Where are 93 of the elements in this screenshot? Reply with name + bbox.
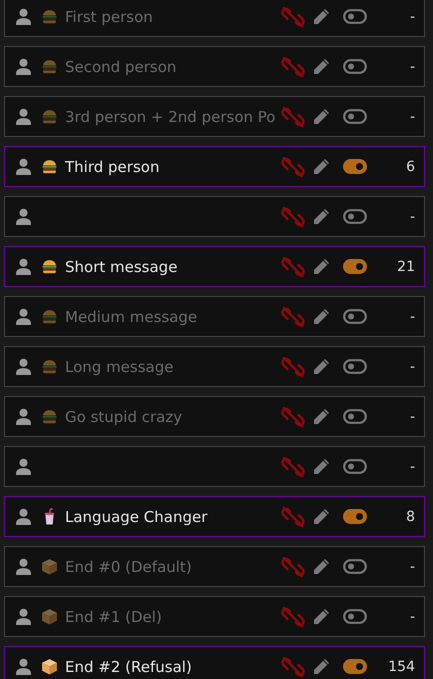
toggle-switch[interactable]: [343, 559, 367, 574]
entry-row[interactable]: Medium message -: [4, 296, 425, 337]
pencil-icon[interactable]: [311, 306, 331, 326]
toggle-switch[interactable]: [343, 9, 367, 24]
pencil-icon[interactable]: [311, 456, 331, 476]
person-icon: [15, 158, 32, 175]
person-icon: [15, 608, 32, 625]
pencil-icon[interactable]: [311, 606, 331, 626]
pencil-icon[interactable]: [311, 156, 331, 176]
entry-row[interactable]: First person -: [4, 0, 425, 37]
pencil-icon[interactable]: [311, 356, 331, 376]
toggle-switch[interactable]: [343, 459, 367, 474]
toggle-switch[interactable]: [343, 409, 367, 424]
burger-icon: [41, 58, 58, 75]
entry-name: Language Changer: [65, 508, 208, 526]
count-label: 6: [406, 158, 415, 174]
person-icon: [15, 408, 32, 425]
burger-icon: [41, 108, 58, 125]
person-icon: [15, 8, 32, 25]
count-label: 8: [406, 508, 415, 524]
entry-row[interactable]: End #2 (Refusal) 154: [4, 646, 425, 679]
toggle-switch[interactable]: [343, 659, 367, 674]
person-icon: [15, 508, 32, 525]
entry-row[interactable]: Short message 21: [4, 246, 425, 287]
entry-row[interactable]: End #0 (Default) -: [4, 546, 425, 587]
pencil-icon[interactable]: [311, 506, 331, 526]
toggle-switch[interactable]: [343, 309, 367, 324]
burger-icon: [41, 158, 58, 175]
entry-row[interactable]: End #1 (Del) -: [4, 596, 425, 637]
toggle-switch[interactable]: [343, 509, 367, 524]
burger-icon: [41, 358, 58, 375]
count-label: -: [410, 308, 415, 324]
count-label: 21: [397, 258, 415, 274]
count-label: -: [410, 108, 415, 124]
pencil-icon[interactable]: [311, 256, 331, 276]
toggle-switch[interactable]: [343, 609, 367, 624]
person-icon: [15, 258, 32, 275]
person-icon: [15, 358, 32, 375]
entry-row[interactable]: Language Changer 8: [4, 496, 425, 537]
entry-row[interactable]: -: [4, 446, 425, 487]
toggle-switch[interactable]: [343, 109, 367, 124]
count-label: -: [410, 8, 415, 24]
person-icon: [15, 658, 32, 675]
entry-row[interactable]: Second person -: [4, 46, 425, 87]
count-label: -: [410, 408, 415, 424]
entry-row[interactable]: Long message -: [4, 346, 425, 387]
entry-name: Go stupid crazy: [65, 408, 184, 426]
person-icon: [15, 208, 32, 225]
toggle-switch[interactable]: [343, 259, 367, 274]
toggle-switch[interactable]: [343, 359, 367, 374]
pencil-icon[interactable]: [311, 56, 331, 76]
entry-name: 3rd person + 2nd person Po: [65, 108, 276, 126]
burger-icon: [41, 408, 58, 425]
entry-name: Third person: [65, 158, 160, 176]
toggle-switch[interactable]: [343, 59, 367, 74]
count-label: 154: [388, 658, 415, 674]
entry-name: First person: [65, 8, 154, 26]
entry-name: Short message: [65, 258, 178, 276]
toggle-switch[interactable]: [343, 159, 367, 174]
pencil-icon[interactable]: [311, 6, 331, 26]
count-label: -: [410, 208, 415, 224]
person-icon: [15, 58, 32, 75]
count-label: -: [410, 358, 415, 374]
pencil-icon[interactable]: [311, 656, 331, 676]
box-icon: [41, 658, 58, 675]
pencil-icon[interactable]: [311, 206, 331, 226]
person-icon: [15, 558, 32, 575]
entry-row[interactable]: -: [4, 196, 425, 237]
entry-name: End #2 (Refusal): [65, 658, 193, 676]
person-icon: [15, 458, 32, 475]
box-icon: [41, 558, 58, 575]
burger-icon: [41, 258, 58, 275]
entry-row[interactable]: Go stupid crazy -: [4, 396, 425, 437]
entry-name: Medium message: [65, 308, 198, 326]
box-icon: [41, 608, 58, 625]
count-label: -: [410, 58, 415, 74]
entry-name: Long message: [65, 358, 174, 376]
person-icon: [15, 308, 32, 325]
count-label: -: [410, 608, 415, 624]
entry-row[interactable]: Third person 6: [4, 146, 425, 187]
person-icon: [15, 108, 32, 125]
pencil-icon[interactable]: [311, 106, 331, 126]
count-label: -: [410, 558, 415, 574]
pencil-icon[interactable]: [311, 406, 331, 426]
burger-icon: [41, 8, 58, 25]
entry-name: End #1 (Del): [65, 608, 163, 626]
entry-name: Second person: [65, 58, 178, 76]
count-label: -: [410, 458, 415, 474]
entry-name: End #0 (Default): [65, 558, 193, 576]
burger-icon: [41, 308, 58, 325]
toggle-switch[interactable]: [343, 209, 367, 224]
pencil-icon[interactable]: [311, 556, 331, 576]
entry-row[interactable]: 3rd person + 2nd person Po -: [4, 96, 425, 137]
